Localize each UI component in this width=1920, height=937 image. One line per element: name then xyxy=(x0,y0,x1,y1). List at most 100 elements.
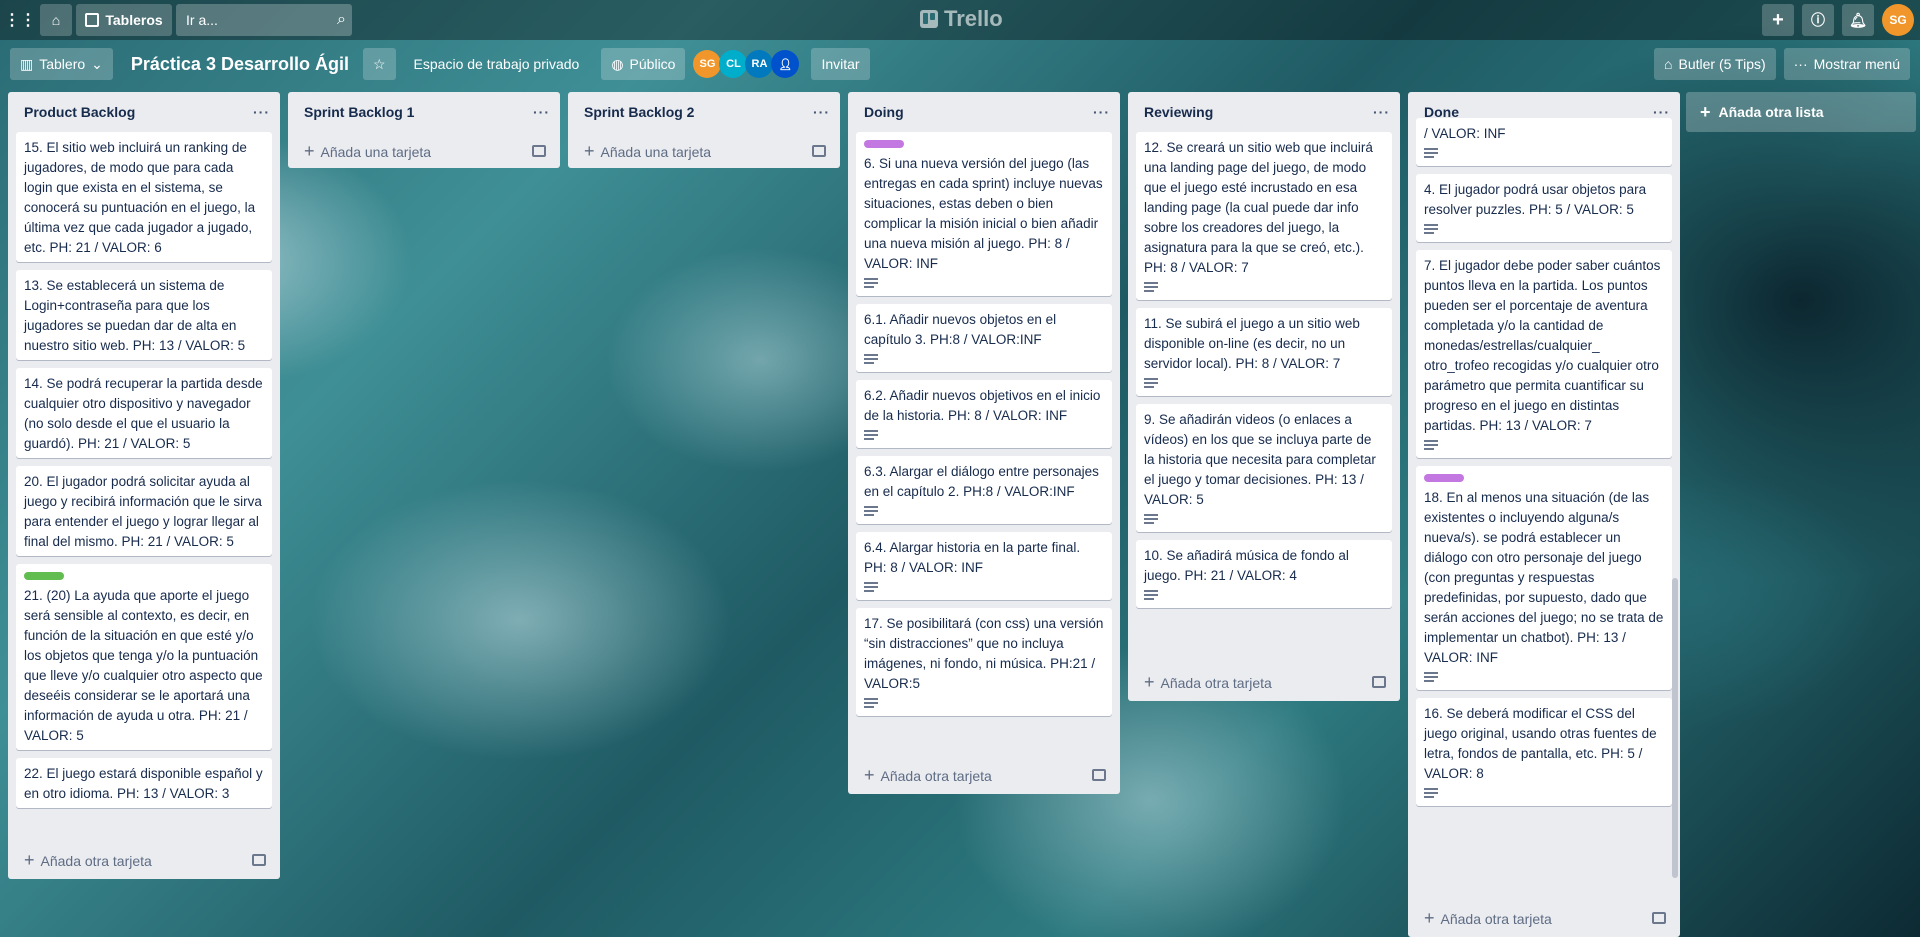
list-menu-icon[interactable]: ··· xyxy=(1373,104,1390,120)
plus-icon: + xyxy=(1424,907,1435,928)
card[interactable]: 22. El juego estará disponible español y… xyxy=(16,758,272,808)
add-card-button[interactable]: + Añada otra tarjeta xyxy=(8,841,280,879)
card[interactable]: 13. Se establecerá un sistema de Login+c… xyxy=(16,270,272,360)
member-avatar[interactable]: SG xyxy=(693,50,722,78)
card-template-icon[interactable] xyxy=(1092,769,1106,781)
plus-icon: + xyxy=(1772,8,1784,31)
star-icon: ☆ xyxy=(372,55,386,72)
add-card-button[interactable]: + Añada una tarjeta xyxy=(568,132,840,168)
card[interactable]: 12. Se creará un sitio web que incluirá … xyxy=(1136,132,1392,300)
plus-icon: + xyxy=(864,764,875,785)
card-title: 15. El sitio web incluirá un ranking de … xyxy=(24,140,256,255)
user-avatar[interactable]: SG xyxy=(1882,4,1914,36)
board-view-switcher[interactable]: ▥ Tablero ⌄ xyxy=(10,48,113,80)
visibility-button[interactable]: ◍ Público xyxy=(601,48,686,80)
list-doing: Doing ··· 6. Si una nueva versión del jueg… xyxy=(848,92,1120,794)
search-input[interactable]: Ir a... ⌕ xyxy=(176,4,352,36)
list-scrollbar[interactable] xyxy=(1672,578,1678,878)
globe-icon: ◍ xyxy=(611,55,624,72)
add-card-button[interactable]: + Añada una tarjeta xyxy=(288,132,560,168)
list-sprint-backlog-1: Sprint Backlog 1 ··· + Añada una tarjeta xyxy=(288,92,560,168)
card-title: 6.1. Añadir nuevos objetos en el capítul… xyxy=(864,312,1057,347)
list-header[interactable]: Sprint Backlog 1 ··· xyxy=(288,92,560,132)
card[interactable]: 6.1. Añadir nuevos objetos en el capítul… xyxy=(856,304,1112,372)
list-menu-icon[interactable]: ··· xyxy=(253,104,270,120)
list-menu-icon[interactable]: ··· xyxy=(1093,104,1110,120)
card[interactable]: 9. Se añadirán videos (o enlaces a vídeo… xyxy=(1136,404,1392,532)
card[interactable]: 14. Se podrá recuperar la partida desde … xyxy=(16,368,272,458)
card-title: 6. Si una nueva versión del juego (las e… xyxy=(864,156,1103,271)
list-header[interactable]: Sprint Backlog 2 ··· xyxy=(568,92,840,132)
card[interactable]: 15. El sitio web incluirá un ranking de … xyxy=(16,132,272,262)
workspace-button[interactable]: Espacio de trabajo privado xyxy=(404,48,590,80)
card-title: 22. El juego estará disponible español y… xyxy=(24,766,263,801)
list-header[interactable]: Product Backlog ··· xyxy=(8,92,280,132)
add-list-button[interactable]: + Añada otra lista xyxy=(1686,92,1916,132)
boards-button[interactable]: Tableros xyxy=(76,4,172,36)
member-avatar-default[interactable]: 👤︎ xyxy=(771,50,800,78)
create-button[interactable]: + xyxy=(1762,4,1794,36)
add-card-button[interactable]: + Añada otra tarjeta xyxy=(848,756,1120,794)
list-done: Done ··· / VALOR: INF 4. El jugador podrá u… xyxy=(1408,92,1680,937)
home-button[interactable]: ⌂ xyxy=(40,4,72,36)
card[interactable]: 16. Se deberá modificar el CSS del juego… xyxy=(1416,698,1672,806)
card[interactable]: 17. Se posibilitará (con css) una versió… xyxy=(856,608,1112,716)
bell-icon: 🔔︎ xyxy=(1849,11,1867,28)
card-title: 7. El jugador debe poder saber cuántos p… xyxy=(1424,258,1661,433)
list-cards: 12. Se creará un sitio web que incluirá … xyxy=(1128,132,1400,663)
card[interactable]: 21. (20) La ayuda que aporte el juego se… xyxy=(16,564,272,750)
card-title: 12. Se creará un sitio web que incluirá … xyxy=(1144,140,1373,275)
list-title[interactable]: Product Backlog xyxy=(24,104,135,120)
description-icon xyxy=(864,506,878,518)
description-icon xyxy=(1144,590,1158,602)
card-label[interactable] xyxy=(1424,474,1464,482)
card[interactable]: 4. El jugador podrá usar objetos para re… xyxy=(1416,174,1672,242)
list-menu-icon[interactable]: ··· xyxy=(813,104,830,120)
list-title[interactable]: Reviewing xyxy=(1144,104,1213,120)
boards-label: Tableros xyxy=(105,12,163,28)
card-title: 14. Se podrá recuperar la partida desde … xyxy=(24,376,263,451)
list-title[interactable]: Sprint Backlog 2 xyxy=(584,104,694,120)
card[interactable]: 10. Se añadirá música de fondo al juego.… xyxy=(1136,540,1392,608)
user-icon: 👤︎ xyxy=(778,58,793,71)
list-title[interactable]: Sprint Backlog 1 xyxy=(304,104,414,120)
trello-logo-icon xyxy=(920,10,938,28)
card-template-icon[interactable] xyxy=(532,145,546,157)
list-menu-icon[interactable]: ··· xyxy=(533,104,550,120)
card-template-icon[interactable] xyxy=(1652,912,1666,924)
card-template-icon[interactable] xyxy=(1372,676,1386,688)
invite-button[interactable]: Invitar xyxy=(811,48,870,80)
member-avatar[interactable]: CL xyxy=(719,50,748,78)
card[interactable]: 11. Se subirá el juego a un sitio web di… xyxy=(1136,308,1392,396)
member-avatar[interactable]: RA xyxy=(745,50,774,78)
plus-icon: + xyxy=(1144,671,1155,692)
card[interactable]: 6. Si una nueva versión del juego (las e… xyxy=(856,132,1112,296)
card[interactable]: 6.2. Añadir nuevos objetivos en el inici… xyxy=(856,380,1112,448)
card[interactable]: 6.3. Alargar el diálogo entre personajes… xyxy=(856,456,1112,524)
board-title[interactable]: Práctica 3 Desarrollo Ágil xyxy=(121,54,359,75)
add-card-button[interactable]: + Añada otra tarjeta xyxy=(1408,899,1680,937)
description-icon xyxy=(864,354,878,366)
card-label[interactable] xyxy=(864,140,904,148)
apps-grid-icon[interactable]: ⋮⋮ xyxy=(4,4,36,36)
card[interactable]: 18. En al menos una situación (de las ex… xyxy=(1416,466,1672,690)
card-template-icon[interactable] xyxy=(812,145,826,157)
info-button[interactable]: ⓘ xyxy=(1802,4,1834,36)
list-title[interactable]: Doing xyxy=(864,104,904,120)
star-button[interactable]: ☆ xyxy=(362,48,396,80)
card-template-icon[interactable] xyxy=(252,854,266,866)
card[interactable]: / VALOR: INF xyxy=(1416,118,1672,166)
butler-button[interactable]: ⌂ Butler (5 Tips) xyxy=(1654,48,1776,80)
card[interactable]: 20. El jugador podrá solicitar ayuda al … xyxy=(16,466,272,556)
card-label[interactable] xyxy=(24,572,64,580)
trello-logo[interactable]: Trello xyxy=(920,6,1003,32)
card-title: 16. Se deberá modificar el CSS del juego… xyxy=(1424,706,1657,781)
list-header[interactable]: Doing ··· xyxy=(848,92,1120,132)
notifications-button[interactable]: 🔔︎ xyxy=(1842,4,1874,36)
list-sprint-backlog-2: Sprint Backlog 2 ··· + Añada una tarjeta xyxy=(568,92,840,168)
add-card-button[interactable]: + Añada otra tarjeta xyxy=(1128,663,1400,701)
card[interactable]: 7. El jugador debe poder saber cuántos p… xyxy=(1416,250,1672,458)
card[interactable]: 6.4. Alargar historia en la parte final.… xyxy=(856,532,1112,600)
list-header[interactable]: Reviewing ··· xyxy=(1128,92,1400,132)
show-menu-button[interactable]: ··· Mostrar menú xyxy=(1783,48,1910,80)
